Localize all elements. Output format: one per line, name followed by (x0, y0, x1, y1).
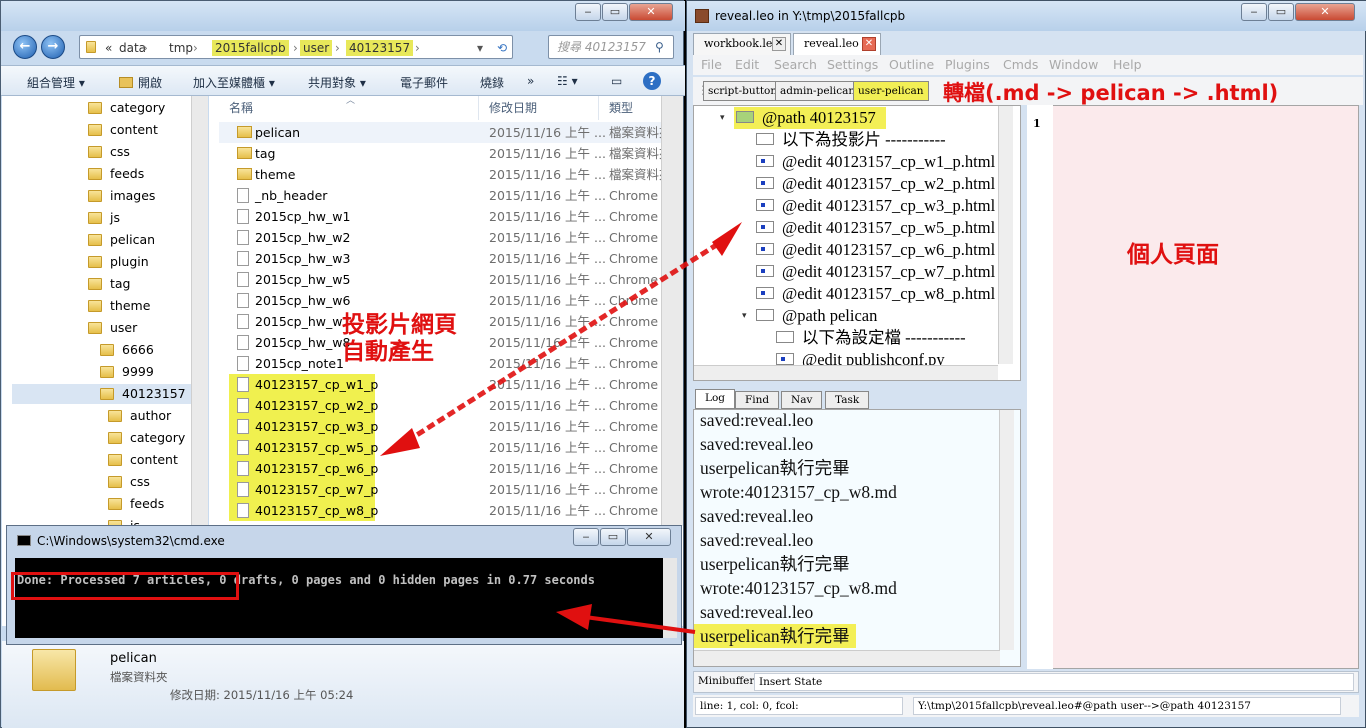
annotation-arrows (380, 222, 742, 634)
solid-arrow (556, 604, 696, 634)
dashed-arrow (380, 222, 742, 456)
